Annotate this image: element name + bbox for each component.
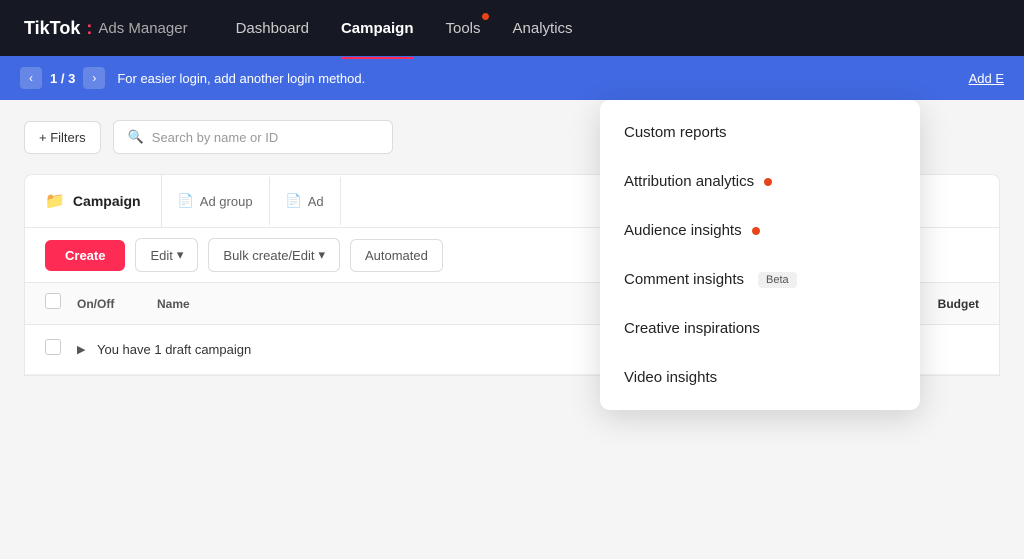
audience-new-dot: [752, 227, 760, 235]
nav-links: Dashboard Campaign Tools Analytics: [236, 16, 1000, 41]
search-box[interactable]: 🔍 Search by name or ID: [113, 120, 393, 154]
comment-beta-badge: Beta: [758, 272, 797, 288]
banner-separator: /: [61, 71, 65, 86]
brand-logo: TikTok: Ads Manager: [24, 18, 188, 39]
tools-label: Tools: [445, 20, 480, 37]
section-ad[interactable]: 📄 Ad: [270, 177, 341, 225]
edit-button[interactable]: Edit ▾: [135, 238, 198, 272]
banner-page-indicator: 1 / 3: [50, 71, 75, 86]
search-placeholder: Search by name or ID: [152, 130, 278, 145]
bulk-label: Bulk create/Edit: [223, 248, 314, 263]
folder-icon: 📁: [45, 191, 65, 211]
bulk-dropdown-icon: ▾: [318, 247, 325, 263]
banner-prev-button[interactable]: ‹: [20, 67, 42, 89]
analytics-dropdown: Custom reports Attribution analytics Aud…: [600, 100, 920, 410]
banner-add-link[interactable]: Add E: [969, 71, 1004, 86]
main-area: + Filters 🔍 Search by name or ID 📁 Campa…: [0, 100, 1024, 559]
banner-total-pages: 3: [68, 71, 75, 86]
custom-reports-label: Custom reports: [624, 124, 727, 141]
section-campaign[interactable]: 📁 Campaign: [25, 175, 162, 227]
top-navigation: TikTok: Ads Manager Dashboard Campaign T…: [0, 0, 1024, 56]
section-adgroup[interactable]: 📄 Ad group: [162, 177, 270, 225]
dropdown-item-attribution[interactable]: Attribution analytics: [600, 157, 920, 206]
dropdown-item-video[interactable]: Video insights: [600, 353, 920, 402]
comment-insights-label: Comment insights: [624, 271, 744, 288]
dropdown-item-custom-reports[interactable]: Custom reports: [600, 108, 920, 157]
brand-subtitle: Ads Manager: [98, 20, 187, 37]
search-icon: 🔍: [128, 129, 144, 145]
nav-item-dashboard[interactable]: Dashboard: [236, 16, 309, 41]
filters-button[interactable]: + Filters: [24, 121, 101, 154]
section-ad-label: Ad: [308, 194, 324, 209]
row-checkbox[interactable]: [45, 339, 77, 360]
ad-icon: 📄: [286, 193, 302, 209]
section-campaign-label: Campaign: [73, 193, 141, 209]
banner-navigation: ‹ 1 / 3 ›: [20, 67, 105, 89]
audience-insights-label: Audience insights: [624, 222, 742, 239]
row-expand-icon[interactable]: ▶: [77, 343, 97, 356]
section-adgroup-label: Ad group: [200, 194, 253, 209]
banner-current-page: 1: [50, 71, 57, 86]
edit-label: Edit: [150, 248, 172, 263]
col-onoff-header: On/Off: [77, 297, 157, 311]
attribution-analytics-label: Attribution analytics: [624, 173, 754, 190]
bulk-button[interactable]: Bulk create/Edit ▾: [208, 238, 340, 272]
creative-inspirations-label: Creative inspirations: [624, 320, 760, 337]
notification-banner: ‹ 1 / 3 › For easier login, add another …: [0, 56, 1024, 100]
dropdown-item-audience[interactable]: Audience insights: [600, 206, 920, 255]
banner-next-button[interactable]: ›: [83, 67, 105, 89]
attribution-new-dot: [764, 178, 772, 186]
nav-item-analytics[interactable]: Analytics: [513, 16, 573, 41]
header-checkbox[interactable]: [45, 293, 61, 309]
edit-dropdown-icon: ▾: [177, 247, 184, 263]
header-checkbox-col: [45, 293, 77, 314]
automated-button[interactable]: Automated: [350, 239, 443, 272]
nav-item-tools[interactable]: Tools: [445, 16, 480, 41]
tools-dot: [482, 13, 489, 20]
dropdown-item-creative[interactable]: Creative inspirations: [600, 304, 920, 353]
brand-tiktok-text: TikTok: [24, 18, 80, 39]
banner-message: For easier login, add another login meth…: [117, 71, 956, 86]
video-insights-label: Video insights: [624, 369, 717, 386]
adgroup-icon: 📄: [178, 193, 194, 209]
dropdown-item-comment[interactable]: Comment insights Beta: [600, 255, 920, 304]
nav-item-campaign[interactable]: Campaign: [341, 16, 414, 41]
brand-colon: :: [86, 18, 92, 39]
create-button[interactable]: Create: [45, 240, 125, 271]
